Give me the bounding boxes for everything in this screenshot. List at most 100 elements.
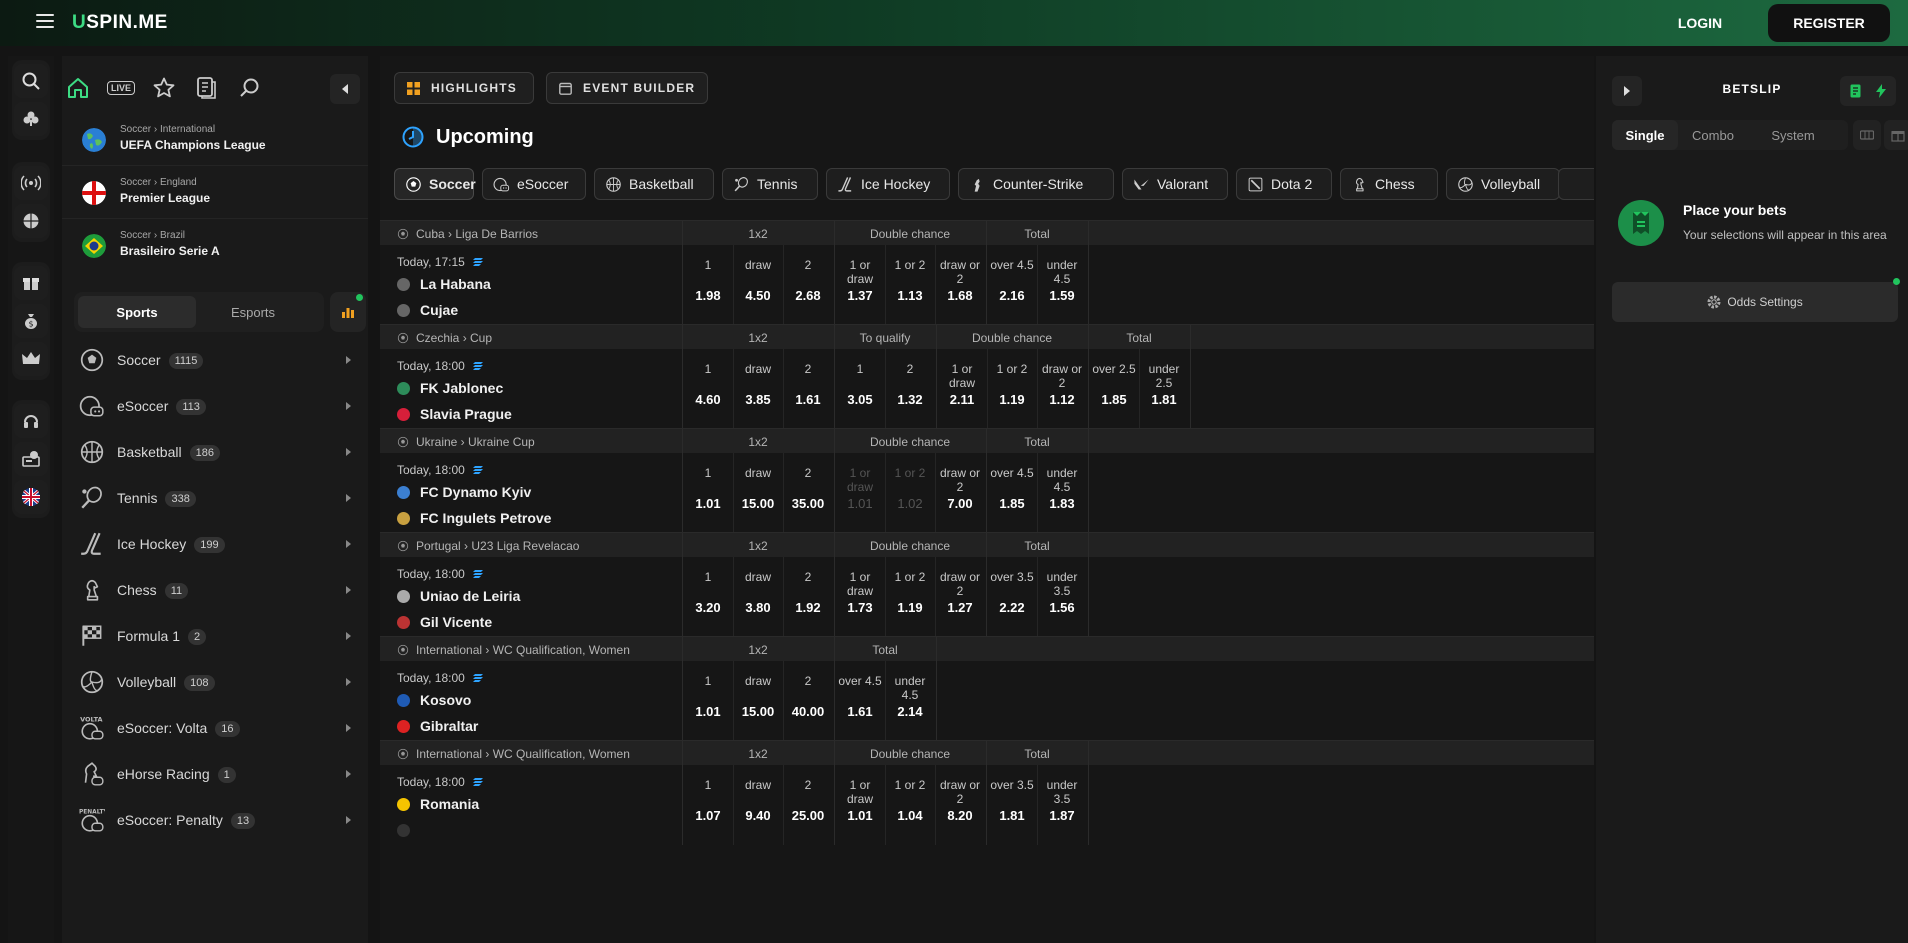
home-icon[interactable] bbox=[64, 74, 92, 102]
odds-button[interactable]: 2 1.92 bbox=[783, 557, 833, 637]
odds-button[interactable]: 2 2.68 bbox=[783, 245, 833, 325]
headset-support-icon[interactable] bbox=[14, 404, 48, 438]
odds-button[interactable]: over 4.5 1.61 bbox=[835, 661, 885, 741]
team-home[interactable]: FC Dynamo Kyiv bbox=[420, 484, 531, 500]
odds-button[interactable]: 1 1.98 bbox=[683, 245, 733, 325]
chip-tennis[interactable]: Tennis bbox=[722, 168, 818, 200]
tab-system[interactable]: System bbox=[1750, 120, 1836, 150]
league-item-champions-league[interactable]: Soccer › International UEFA Champions Le… bbox=[62, 114, 368, 166]
odds-button[interactable]: 1 or 2 1.19 bbox=[987, 349, 1037, 429]
odds-button[interactable]: 1 or draw 1.73 bbox=[835, 557, 885, 637]
sidebar-search-icon[interactable] bbox=[236, 74, 264, 102]
tab-combo[interactable]: Combo bbox=[1680, 120, 1746, 150]
booking-code-button[interactable] bbox=[1853, 120, 1881, 150]
odds-button[interactable]: draw or 2 1.27 bbox=[935, 557, 985, 637]
odds-button[interactable]: 1 or draw 2.11 bbox=[937, 349, 987, 429]
odds-button[interactable]: draw or 2 1.68 bbox=[935, 245, 985, 325]
favorites-star-icon[interactable] bbox=[150, 74, 178, 102]
league-item-premier-league[interactable]: Soccer › England Premier League bbox=[62, 167, 368, 219]
team-away[interactable]: Gil Vicente bbox=[420, 614, 492, 630]
odds-button[interactable]: under 4.5 2.14 bbox=[885, 661, 935, 741]
chip-chess[interactable]: Chess bbox=[1340, 168, 1438, 200]
team-away[interactable]: Slavia Prague bbox=[420, 406, 512, 422]
team-home[interactable]: FK Jablonec bbox=[420, 380, 503, 396]
odds-button[interactable]: 2 1.32 bbox=[885, 349, 935, 429]
odds-button[interactable]: under 3.5 1.87 bbox=[1037, 765, 1087, 845]
odds-button[interactable]: under 4.5 1.59 bbox=[1037, 245, 1087, 325]
odds-button[interactable]: draw 4.50 bbox=[733, 245, 783, 325]
chip-esoccer[interactable]: eSoccer bbox=[482, 168, 586, 200]
hamburger-menu-icon[interactable] bbox=[36, 14, 54, 28]
odds-button[interactable]: 1 3.20 bbox=[683, 557, 733, 637]
odds-button[interactable]: 1 4.60 bbox=[683, 349, 733, 429]
site-logo[interactable]: USPIN.ME bbox=[72, 12, 168, 34]
chip-overflow[interactable] bbox=[1558, 168, 1594, 200]
odds-button[interactable]: under 2.5 1.81 bbox=[1139, 349, 1189, 429]
team-away[interactable]: Cujae bbox=[420, 302, 458, 318]
tab-esports[interactable]: Esports bbox=[194, 296, 312, 328]
chip-ice-hockey[interactable]: Ice Hockey bbox=[826, 168, 950, 200]
chip-valorant[interactable]: Valorant bbox=[1122, 168, 1228, 200]
odds-button[interactable]: draw or 2 7.00 bbox=[935, 453, 985, 533]
tab-sports[interactable]: Sports bbox=[78, 296, 196, 328]
live-broadcast-icon[interactable] bbox=[14, 166, 48, 200]
odds-button[interactable]: draw 15.00 bbox=[733, 453, 783, 533]
odds-button[interactable]: 1 or 2 1.13 bbox=[885, 245, 935, 325]
odds-button[interactable]: 2 25.00 bbox=[783, 765, 833, 845]
crown-icon[interactable] bbox=[14, 342, 48, 376]
basketball-rail-icon[interactable] bbox=[14, 204, 48, 238]
odds-button[interactable]: draw 9.40 bbox=[733, 765, 783, 845]
language-uk-flag-icon[interactable] bbox=[14, 480, 48, 514]
login-button[interactable]: LOGIN bbox=[1656, 10, 1744, 36]
cashier-icon[interactable] bbox=[14, 442, 48, 476]
odds-button[interactable]: 1 1.01 bbox=[683, 453, 733, 533]
team-home[interactable]: Romania bbox=[420, 796, 479, 812]
event-builder-button[interactable]: EVENT BUILDER bbox=[546, 72, 708, 104]
chip-volleyball[interactable]: Volleyball bbox=[1446, 168, 1560, 200]
team-away[interactable]: FC Ingulets Petrove bbox=[420, 510, 551, 526]
chip-dota-2[interactable]: Dota 2 bbox=[1236, 168, 1332, 200]
odds-button[interactable]: draw or 2 1.12 bbox=[1037, 349, 1087, 429]
chip-basketball[interactable]: Basketball bbox=[594, 168, 714, 200]
odds-button[interactable]: 1 or 2 1.19 bbox=[885, 557, 935, 637]
odds-button[interactable]: draw 3.85 bbox=[733, 349, 783, 429]
casino-club-icon[interactable] bbox=[14, 102, 48, 136]
register-button[interactable]: REGISTER bbox=[1768, 4, 1890, 42]
odds-button[interactable]: over 4.5 2.16 bbox=[987, 245, 1037, 325]
money-bag-icon[interactable]: $ bbox=[14, 304, 48, 338]
team-home[interactable]: La Habana bbox=[420, 276, 491, 292]
odds-button[interactable]: over 3.5 1.81 bbox=[987, 765, 1037, 845]
odds-button[interactable]: 1 or draw 1.01 bbox=[835, 453, 885, 533]
collapse-sidebar-button[interactable] bbox=[330, 74, 360, 104]
odds-button[interactable]: 2 40.00 bbox=[783, 661, 833, 741]
search-icon[interactable] bbox=[14, 64, 48, 98]
odds-button[interactable]: over 4.5 1.85 bbox=[987, 453, 1037, 533]
odds-button[interactable]: 2 35.00 bbox=[783, 453, 833, 533]
odds-button[interactable]: 1 or 2 1.04 bbox=[885, 765, 935, 845]
odds-button[interactable]: draw or 2 8.20 bbox=[935, 765, 985, 845]
highlights-button[interactable]: HIGHLIGHTS bbox=[394, 72, 534, 104]
team-away[interactable]: Gibraltar bbox=[420, 718, 478, 734]
odds-button[interactable]: 1 1.07 bbox=[683, 765, 733, 845]
odds-button[interactable]: under 4.5 1.83 bbox=[1037, 453, 1087, 533]
tab-single[interactable]: Single bbox=[1612, 120, 1678, 150]
odds-button[interactable]: 1 or draw 1.01 bbox=[835, 765, 885, 845]
odds-button[interactable]: over 3.5 2.22 bbox=[987, 557, 1037, 637]
gift-icon[interactable] bbox=[14, 266, 48, 300]
odds-button[interactable]: 1 3.05 bbox=[835, 349, 885, 429]
odds-button[interactable]: 1 or 2 1.02 bbox=[885, 453, 935, 533]
team-home[interactable]: Uniao de Leiria bbox=[420, 588, 520, 604]
gift-bonus-button[interactable] bbox=[1884, 120, 1908, 150]
odds-button[interactable]: draw 15.00 bbox=[733, 661, 783, 741]
bet-history-icon[interactable] bbox=[192, 74, 220, 102]
chip-soccer[interactable]: Soccer bbox=[394, 168, 476, 200]
league-item-brasileiro-serie-a[interactable]: Soccer › Brazil Brasileiro Serie A bbox=[62, 220, 368, 272]
betslip-mode-toggle[interactable] bbox=[1840, 76, 1896, 106]
odds-button[interactable]: 1 1.01 bbox=[683, 661, 733, 741]
odds-button[interactable]: over 2.5 1.85 bbox=[1089, 349, 1139, 429]
odds-button[interactable]: draw 3.80 bbox=[733, 557, 783, 637]
odds-settings-button[interactable]: Odds Settings bbox=[1612, 282, 1898, 322]
live-icon[interactable]: LIVE bbox=[104, 74, 138, 102]
odds-button[interactable]: under 3.5 1.56 bbox=[1037, 557, 1087, 637]
team-home[interactable]: Kosovo bbox=[420, 692, 471, 708]
